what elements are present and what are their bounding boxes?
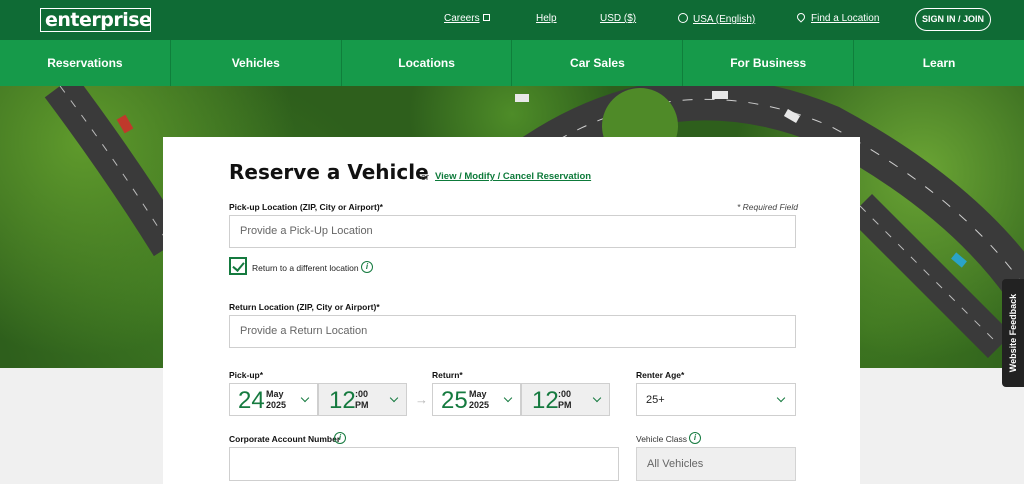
pickup-location-input[interactable]: Provide a Pick-Up Location bbox=[229, 215, 796, 248]
return-ampm: PM bbox=[558, 400, 572, 410]
return-month: May bbox=[469, 389, 487, 399]
chevron-down-icon bbox=[389, 393, 399, 403]
info-icon[interactable]: i bbox=[334, 432, 346, 444]
renter-age-value: 25+ bbox=[646, 394, 665, 406]
return-hour: 12 bbox=[532, 387, 559, 414]
pickup-location-label: Pick-up Location (ZIP, City or Airport)* bbox=[229, 202, 383, 212]
external-link-icon bbox=[482, 14, 490, 21]
pickup-minutes: :00 bbox=[355, 389, 369, 399]
pickup-day: 24 bbox=[238, 387, 265, 414]
corporate-account-label: Corporate Account Number bbox=[229, 434, 341, 444]
nav-vehicles[interactable]: Vehicles bbox=[171, 40, 342, 86]
currency-selector[interactable]: USD ($) bbox=[600, 13, 636, 24]
careers-link[interactable]: Careers bbox=[444, 13, 490, 24]
page-title: Reserve a Vehicle bbox=[229, 160, 429, 184]
pickup-time-selector[interactable]: 12 :00 PM bbox=[318, 383, 407, 416]
pickup-hour: 12 bbox=[329, 387, 356, 414]
chevron-down-icon bbox=[503, 393, 513, 403]
pickup-datetime-label: Pick-up* bbox=[229, 370, 264, 380]
info-icon[interactable]: i bbox=[361, 261, 373, 273]
return-minutes: :00 bbox=[558, 389, 572, 399]
pickup-year: 2025 bbox=[266, 400, 287, 410]
return-different-checkbox[interactable] bbox=[229, 257, 247, 275]
nav-locations[interactable]: Locations bbox=[342, 40, 513, 86]
pickup-month: May bbox=[266, 389, 284, 399]
main-nav: Reservations Vehicles Locations Car Sale… bbox=[0, 40, 1024, 86]
arrow-right-icon: → bbox=[415, 392, 428, 407]
renter-age-label: Renter Age* bbox=[636, 370, 685, 380]
return-day: 25 bbox=[441, 387, 468, 414]
vehicle-class-select[interactable]: All Vehicles bbox=[636, 447, 796, 481]
return-datetime-label: Return* bbox=[432, 370, 463, 380]
pickup-ampm: PM bbox=[355, 400, 369, 410]
nav-learn[interactable]: Learn bbox=[854, 40, 1024, 86]
chevron-down-icon bbox=[592, 393, 602, 403]
return-different-label: Return to a different location bbox=[252, 263, 359, 273]
view-modify-cancel-link[interactable]: View / Modify / Cancel Reservation bbox=[435, 171, 591, 182]
website-feedback-tab[interactable]: Website Feedback bbox=[1002, 279, 1024, 387]
nav-car-sales[interactable]: Car Sales bbox=[512, 40, 684, 86]
return-year: 2025 bbox=[469, 400, 490, 410]
nav-for-business[interactable]: For Business bbox=[683, 40, 855, 86]
return-location-label: Return Location (ZIP, City or Airport)* bbox=[229, 302, 380, 312]
chevron-down-icon bbox=[776, 393, 786, 403]
nav-reservations[interactable]: Reservations bbox=[0, 40, 171, 86]
top-bar: enterprise Careers Help USD ($) USA (Eng… bbox=[0, 0, 1024, 40]
info-icon[interactable]: i bbox=[689, 432, 701, 444]
return-date-selector[interactable]: 25 May 2025 bbox=[432, 383, 521, 416]
globe-icon bbox=[678, 13, 688, 23]
return-time-selector[interactable]: 12 :00 PM bbox=[521, 383, 610, 416]
help-link[interactable]: Help bbox=[536, 13, 557, 24]
find-location-link[interactable]: Find a Location bbox=[795, 11, 879, 24]
return-location-input[interactable]: Provide a Return Location bbox=[229, 315, 796, 348]
required-field-note: * Required Field bbox=[737, 202, 798, 212]
chevron-down-icon bbox=[300, 393, 310, 403]
region-selector[interactable]: USA (English) bbox=[678, 13, 755, 25]
vehicle-class-label: Vehicle Class bbox=[636, 434, 688, 444]
pickup-date-selector[interactable]: 24 May 2025 bbox=[229, 383, 318, 416]
enterprise-logo[interactable]: enterprise bbox=[40, 8, 152, 32]
corporate-account-input[interactable] bbox=[229, 447, 619, 481]
sign-in-button[interactable]: SIGN IN / JOIN bbox=[915, 8, 991, 31]
or-separator: or bbox=[421, 172, 430, 182]
map-pin-icon bbox=[795, 11, 807, 23]
